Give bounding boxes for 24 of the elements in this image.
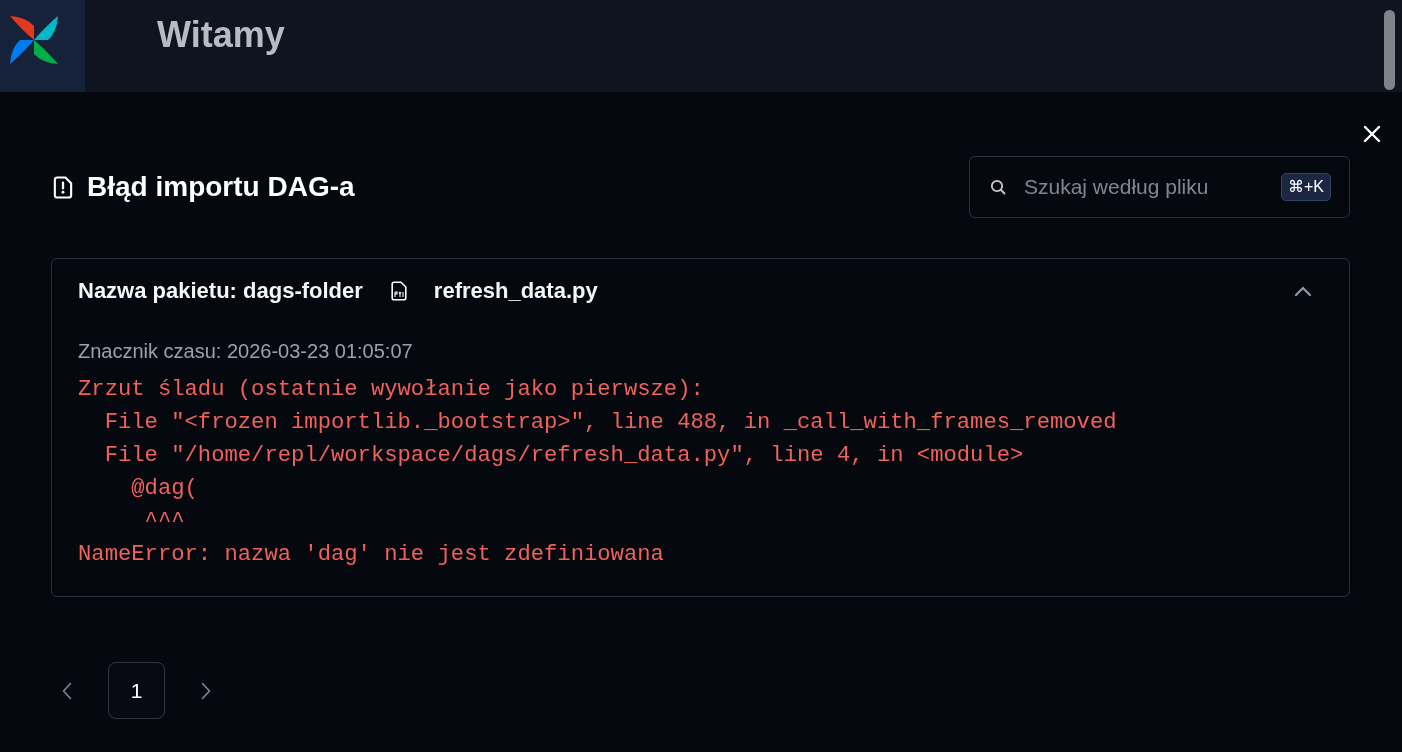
page-title: Witamy [157,14,285,56]
pinwheel-logo[interactable] [8,14,60,66]
traceback-line: File "<frozen importlib._bootstrap>", line 488, in _call_with_frames_removed [103,409,1117,437]
chevron-right-icon[interactable] [201,681,211,700]
timestamp: Znacznik czasu: 2026-03-23 01:05:07 [78,339,413,363]
file-alert-icon [53,175,73,199]
traceback-line: File "/home/repl/workspace/dags/refresh_data.py", line 4, in <module> [103,442,1024,470]
scrollbar-thumb[interactable] [1384,10,1395,90]
traceback-line: @dag( [130,475,198,503]
page-button[interactable]: 1 [108,662,165,719]
chevron-left-icon[interactable] [62,681,72,700]
shortcut-key: ⌘+K [1281,173,1331,201]
dialog-title: Błąd importu DAG-a [87,171,355,203]
file-name: refresh_data.py [433,278,598,304]
file-icon [390,281,407,301]
search-field[interactable]: Szukaj według pliku ⌘+K [969,156,1350,218]
chevron-up-icon[interactable] [1294,285,1312,297]
bundle-name: Nazwa pakietu: dags-folder [78,278,363,304]
traceback-line: Zrzut śladu (ostatnie wywołanie jako pierwsze): [78,376,704,404]
traceback-line: ^^^ [143,508,185,536]
traceback-line: NameError: nazwa 'dag' nie jest zdefiniowana [78,541,664,569]
close-icon[interactable] [1363,125,1381,143]
search-input[interactable]: Szukaj według pliku [1024,172,1263,202]
search-icon [990,179,1006,195]
